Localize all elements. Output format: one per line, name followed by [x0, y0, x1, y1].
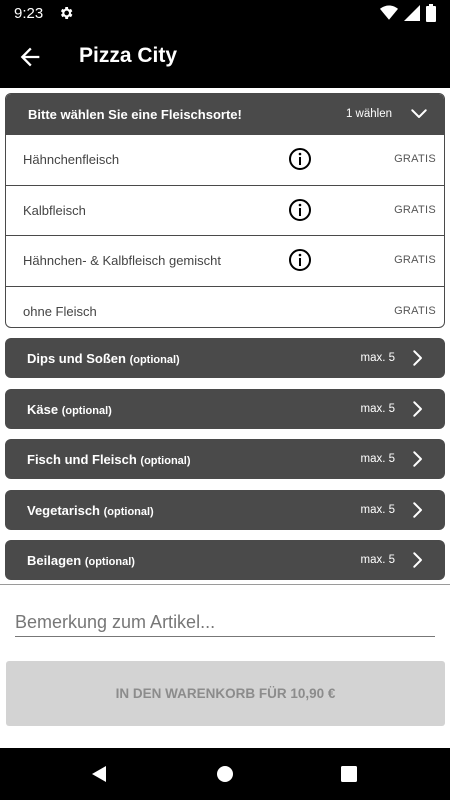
- group-title: Käse (optional): [27, 402, 112, 417]
- signal-icon: [404, 5, 420, 21]
- chevron-right-icon[interactable]: [409, 400, 427, 418]
- group-dips[interactable]: Dips und Soßen (optional) max. 5: [5, 338, 445, 378]
- meat-group-header[interactable]: Bitte wählen Sie eine Fleischsorte! 1 wä…: [6, 94, 444, 134]
- content-area: Bitte wählen Sie eine Fleischsorte! 1 wä…: [0, 88, 450, 748]
- option-label: Kalbfleisch: [23, 202, 86, 218]
- option-price: GRATIS: [394, 304, 436, 317]
- group-optional: (optional): [129, 354, 180, 366]
- group-max: max. 5: [360, 352, 395, 364]
- chevron-up-icon[interactable]: [410, 105, 428, 123]
- option-gemischt[interactable]: Hähnchen- & Kalbfleisch gemischt GRATIS: [6, 235, 444, 286]
- nav-home-icon[interactable]: [214, 763, 236, 785]
- chevron-right-icon[interactable]: [409, 349, 427, 367]
- group-title: Dips und Soßen (optional): [27, 351, 180, 366]
- group-optional: (optional): [84, 556, 135, 568]
- option-label: Hähnchen- & Kalbfleisch gemischt: [23, 253, 221, 268]
- group-vegetarisch[interactable]: Vegetarisch (optional) max. 5: [5, 490, 445, 530]
- group-optional: (optional): [103, 506, 154, 518]
- option-price: GRATIS: [394, 203, 436, 216]
- group-optional: (optional): [140, 455, 191, 467]
- info-icon[interactable]: [288, 147, 312, 171]
- gear-icon: [60, 7, 73, 19]
- group-max: max. 5: [360, 504, 395, 516]
- status-bar: 9:23: [0, 0, 450, 26]
- arrow-left-icon[interactable]: [16, 43, 44, 71]
- meat-group-title: Bitte wählen Sie eine Fleischsorte!: [28, 107, 242, 122]
- option-kalbfleisch[interactable]: Kalbfleisch GRATIS: [6, 184, 444, 236]
- remark-input[interactable]: [15, 609, 435, 637]
- chevron-right-icon[interactable]: [409, 501, 427, 519]
- group-title: Vegetarisch (optional): [27, 503, 154, 518]
- wifi-icon: [380, 5, 398, 20]
- app-bar: Pizza City: [0, 26, 450, 88]
- group-title: Fisch und Fleisch (optional): [27, 452, 191, 467]
- group-max: max. 5: [360, 453, 395, 465]
- option-price: GRATIS: [394, 254, 436, 266]
- system-icons: [380, 4, 436, 22]
- option-ohne-fleisch[interactable]: ohne Fleisch GRATIS: [6, 285, 444, 328]
- chevron-right-icon[interactable]: [409, 551, 427, 569]
- group-title: Beilagen (optional): [27, 553, 135, 568]
- group-max: max. 5: [360, 403, 395, 415]
- nav-recents-icon[interactable]: [338, 763, 360, 785]
- meat-selection-group: Bitte wählen Sie eine Fleischsorte! 1 wä…: [5, 93, 445, 328]
- battery-icon: [426, 4, 436, 22]
- group-optional: (optional): [61, 405, 112, 417]
- nav-back-icon[interactable]: [88, 763, 110, 785]
- option-label: Hähnchenfleisch: [23, 152, 120, 167]
- info-icon[interactable]: [288, 198, 312, 222]
- group-fisch-fleisch[interactable]: Fisch und Fleisch (optional) max. 5: [5, 439, 445, 479]
- status-time: 9:23: [14, 5, 44, 22]
- divider: [0, 584, 450, 585]
- meat-group-count: 1 wählen: [345, 108, 392, 120]
- info-icon[interactable]: [288, 248, 312, 272]
- page-title: Pizza City: [79, 44, 178, 67]
- group-max: max. 5: [360, 554, 395, 566]
- option-price: GRATIS: [394, 153, 436, 165]
- option-label: ohne Fleisch: [23, 303, 97, 319]
- group-kaese[interactable]: Käse (optional) max. 5: [5, 389, 445, 429]
- navigation-bar: [0, 748, 450, 800]
- group-beilagen[interactable]: Beilagen (optional) max. 5: [5, 540, 445, 580]
- add-to-cart-button[interactable]: IN DEN WARENKORB FÜR 10,90 €: [6, 661, 445, 726]
- chevron-right-icon[interactable]: [409, 450, 427, 468]
- option-haehnchenfleisch[interactable]: Hähnchenfleisch GRATIS: [6, 134, 444, 185]
